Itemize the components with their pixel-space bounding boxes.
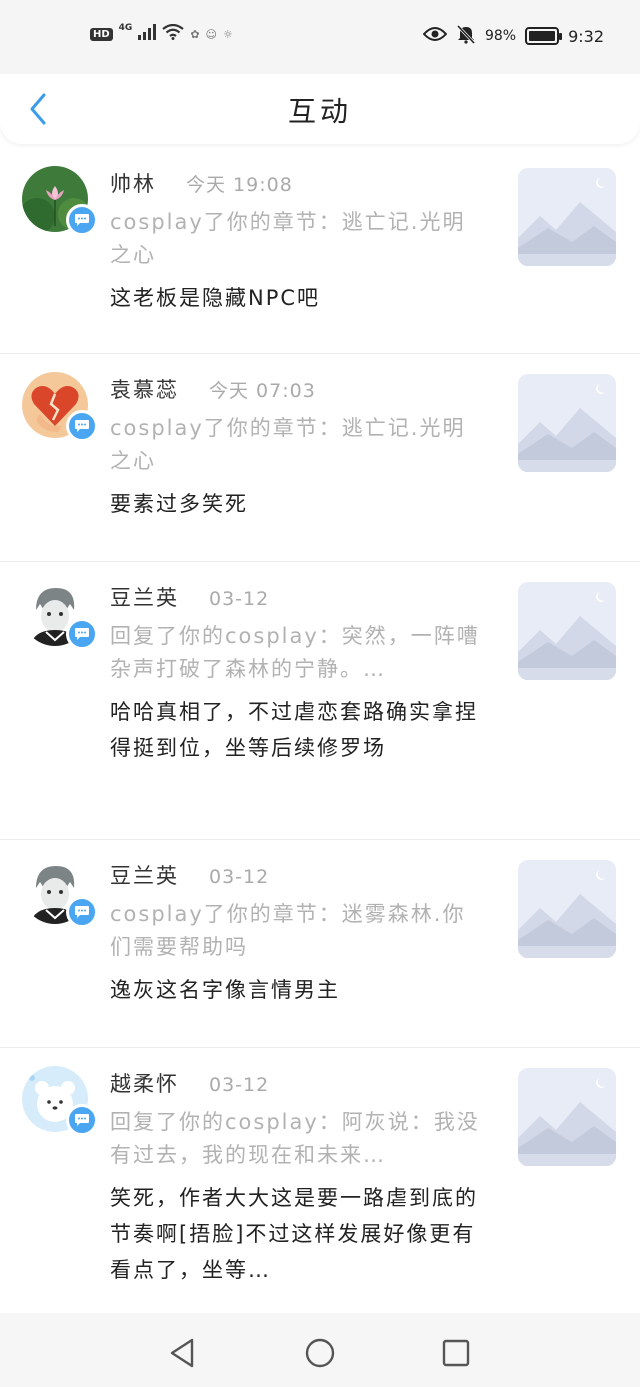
username[interactable]: 豆兰英	[110, 860, 179, 890]
list-item[interactable]: 帅林 今天 19:08 cosplay了你的章节：逃亡记.光明之心 这老板是隐藏…	[0, 148, 640, 354]
item-header: 豆兰英 03-12	[110, 582, 485, 616]
nav-recents-button[interactable]	[436, 1333, 476, 1373]
notification-icon-1: ✿	[190, 27, 200, 41]
hd-badge: HD	[90, 27, 113, 41]
mountain-placeholder-icon	[518, 374, 616, 472]
list-item[interactable]: 袁慕蕊 今天 07:03 cosplay了你的章节：逃亡记.光明之心 要素过多笑…	[0, 354, 640, 562]
item-header: 袁慕蕊 今天 07:03	[110, 374, 485, 408]
item-header: 帅林 今天 19:08	[110, 168, 485, 202]
item-content: 越柔怀 03-12 回复了你的cosplay：阿灰说：我没有过去，我的现在和未来…	[110, 1068, 485, 1288]
chapter-thumbnail[interactable]	[518, 374, 616, 472]
nav-back-button[interactable]	[162, 1333, 202, 1373]
message-text: 要素过多笑死	[110, 492, 248, 516]
status-bar: HD 4G ✿ ☺ ☼ 98% 9:32	[0, 0, 640, 74]
message-text: 逸灰这名字像言情男主	[110, 978, 340, 1002]
mountain-placeholder-icon	[518, 860, 616, 958]
item-content: 豆兰英 03-12 cosplay了你的章节：迷雾森林.你们需要帮助吗 逸灰这名…	[110, 860, 485, 1008]
context-text[interactable]: cosplay了你的章节：逃亡记.光明之心	[110, 412, 485, 478]
item-header: 越柔怀 03-12	[110, 1068, 485, 1102]
chat-bubble-icon	[66, 204, 98, 236]
avatar[interactable]	[22, 372, 98, 442]
timestamp: 03-12	[209, 1074, 270, 1096]
chat-bubble-icon	[66, 1104, 98, 1136]
item-content: 袁慕蕊 今天 07:03 cosplay了你的章节：逃亡记.光明之心 要素过多笑…	[110, 374, 485, 522]
chat-bubble-icon	[66, 618, 98, 650]
item-content: 帅林 今天 19:08 cosplay了你的章节：逃亡记.光明之心 这老板是隐藏…	[110, 168, 485, 316]
nav-home-button[interactable]	[300, 1333, 340, 1373]
eye-icon	[422, 26, 448, 46]
timestamp: 今天 07:03	[209, 380, 316, 402]
list-item[interactable]: 越柔怀 03-12 回复了你的cosplay：阿灰说：我没有过去，我的现在和未来…	[0, 1048, 640, 1318]
chat-bubble-icon	[66, 896, 98, 928]
mountain-placeholder-icon	[518, 168, 616, 266]
item-content: 豆兰英 03-12 回复了你的cosplay：突然，一阵嘈杂声打破了森林的宁静。…	[110, 582, 485, 766]
interaction-list: 帅林 今天 19:08 cosplay了你的章节：逃亡记.光明之心 这老板是隐藏…	[0, 148, 640, 1318]
notification-icon-3: ☼	[223, 27, 233, 41]
page-title: 互动	[287, 95, 352, 128]
chapter-thumbnail[interactable]	[518, 860, 616, 958]
list-item[interactable]: 豆兰英 03-12 回复了你的cosplay：突然，一阵嘈杂声打破了森林的宁静。…	[0, 562, 640, 840]
chapter-thumbnail[interactable]	[518, 168, 616, 266]
username[interactable]: 豆兰英	[110, 582, 179, 612]
avatar[interactable]	[22, 166, 98, 236]
context-text[interactable]: cosplay了你的章节：逃亡记.光明之心	[110, 206, 485, 272]
avatar[interactable]	[22, 858, 98, 928]
username[interactable]: 帅林	[110, 168, 156, 198]
chat-bubble-icon	[66, 410, 98, 442]
chapter-thumbnail[interactable]	[518, 1068, 616, 1166]
battery-icon	[525, 27, 563, 45]
message-text: 这老板是隐藏NPC吧	[110, 286, 321, 310]
context-text[interactable]: 回复了你的cosplay：阿灰说：我没有过去，我的现在和未来…	[110, 1106, 485, 1172]
circle-home-icon	[305, 1338, 335, 1368]
triangle-back-icon	[170, 1338, 194, 1368]
signal-icon	[138, 24, 157, 44]
mountain-placeholder-icon	[518, 1068, 616, 1166]
wifi-icon	[162, 23, 185, 44]
avatar[interactable]	[22, 580, 98, 650]
clock: 9:32	[568, 26, 604, 46]
username[interactable]: 越柔怀	[110, 1068, 179, 1098]
top-app-bar: 互动	[0, 74, 640, 144]
mountain-placeholder-icon	[518, 582, 616, 680]
message-text: 笑死，作者大大这是要一路虐到底的节奏啊[捂脸]不过这样发展好像更有看点了，坐等…	[110, 1186, 478, 1282]
username[interactable]: 袁慕蕊	[110, 374, 179, 404]
item-header: 豆兰英 03-12	[110, 860, 485, 894]
system-nav-bar	[0, 1313, 640, 1387]
message-text: 哈哈真相了，不过虐恋套路确实拿捏得挺到位，坐等后续修罗场	[110, 700, 478, 760]
timestamp: 今天 19:08	[186, 174, 293, 196]
context-text[interactable]: cosplay了你的章节：迷雾森林.你们需要帮助吗	[110, 898, 485, 964]
list-item[interactable]: 豆兰英 03-12 cosplay了你的章节：迷雾森林.你们需要帮助吗 逸灰这名…	[0, 840, 640, 1048]
status-left: HD 4G ✿ ☺ ☼	[90, 23, 233, 44]
chapter-thumbnail[interactable]	[518, 582, 616, 680]
mute-bell-icon	[456, 24, 476, 48]
timestamp: 03-12	[209, 588, 270, 610]
timestamp: 03-12	[209, 866, 270, 888]
battery-level	[529, 31, 555, 41]
battery-percent: 98%	[484, 28, 517, 44]
avatar[interactable]	[22, 1066, 98, 1136]
network-label: 4G	[118, 23, 133, 33]
context-text[interactable]: 回复了你的cosplay：突然，一阵嘈杂声打破了森林的宁静。…	[110, 620, 485, 686]
square-recents-icon	[442, 1339, 470, 1367]
notification-icon-2: ☺	[205, 27, 218, 41]
status-right: 98% 9:32	[422, 24, 604, 48]
